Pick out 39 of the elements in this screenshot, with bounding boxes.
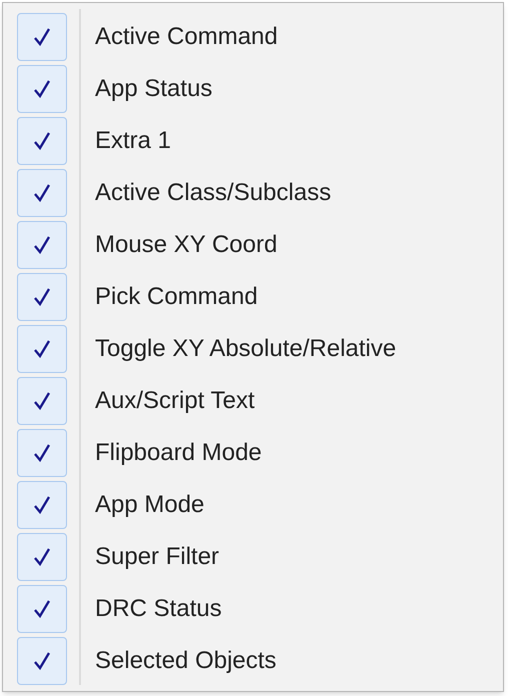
checkbox[interactable] bbox=[17, 585, 67, 633]
checkbox[interactable] bbox=[17, 533, 67, 581]
menu-item[interactable]: Active Command bbox=[95, 19, 278, 55]
menu-item[interactable]: App Mode bbox=[95, 487, 204, 523]
checkbox[interactable] bbox=[17, 637, 67, 685]
check-icon bbox=[33, 391, 51, 411]
menu-item[interactable]: Flipboard Mode bbox=[95, 435, 262, 471]
checkbox[interactable] bbox=[17, 377, 67, 425]
menu-item[interactable]: Super Filter bbox=[95, 539, 220, 575]
menu-item[interactable]: Mouse XY Coord bbox=[95, 227, 278, 263]
menu-item[interactable]: Pick Command bbox=[95, 279, 258, 315]
check-icon bbox=[33, 651, 51, 671]
menu-item[interactable]: App Status bbox=[95, 71, 212, 107]
check-icon bbox=[33, 183, 51, 203]
check-icon bbox=[33, 495, 51, 515]
checkbox[interactable] bbox=[17, 221, 67, 269]
check-icon bbox=[33, 339, 51, 359]
checkbox[interactable] bbox=[17, 481, 67, 529]
check-icon bbox=[33, 287, 51, 307]
check-icon bbox=[33, 443, 51, 463]
menu-item[interactable]: Active Class/Subclass bbox=[95, 175, 332, 211]
checkbox[interactable] bbox=[17, 429, 67, 477]
checkbox[interactable] bbox=[17, 169, 67, 217]
menu-item[interactable]: Extra 1 bbox=[95, 123, 172, 159]
menu-item[interactable]: Selected Objects bbox=[95, 643, 276, 679]
check-icon bbox=[33, 27, 51, 47]
menu-item[interactable]: Aux/Script Text bbox=[95, 383, 255, 419]
check-icon bbox=[33, 79, 51, 99]
checkbox[interactable] bbox=[17, 273, 67, 321]
checkbox[interactable] bbox=[17, 117, 67, 165]
check-icon bbox=[33, 235, 51, 255]
menu-item[interactable]: Toggle XY Absolute/Relative bbox=[95, 331, 396, 367]
check-icon bbox=[33, 599, 51, 619]
checkbox[interactable] bbox=[17, 13, 67, 61]
check-icon bbox=[33, 131, 51, 151]
check-icon bbox=[33, 547, 51, 567]
menu-item[interactable]: DRC Status bbox=[95, 591, 222, 627]
checkbox[interactable] bbox=[17, 325, 67, 373]
checkbox[interactable] bbox=[17, 65, 67, 113]
